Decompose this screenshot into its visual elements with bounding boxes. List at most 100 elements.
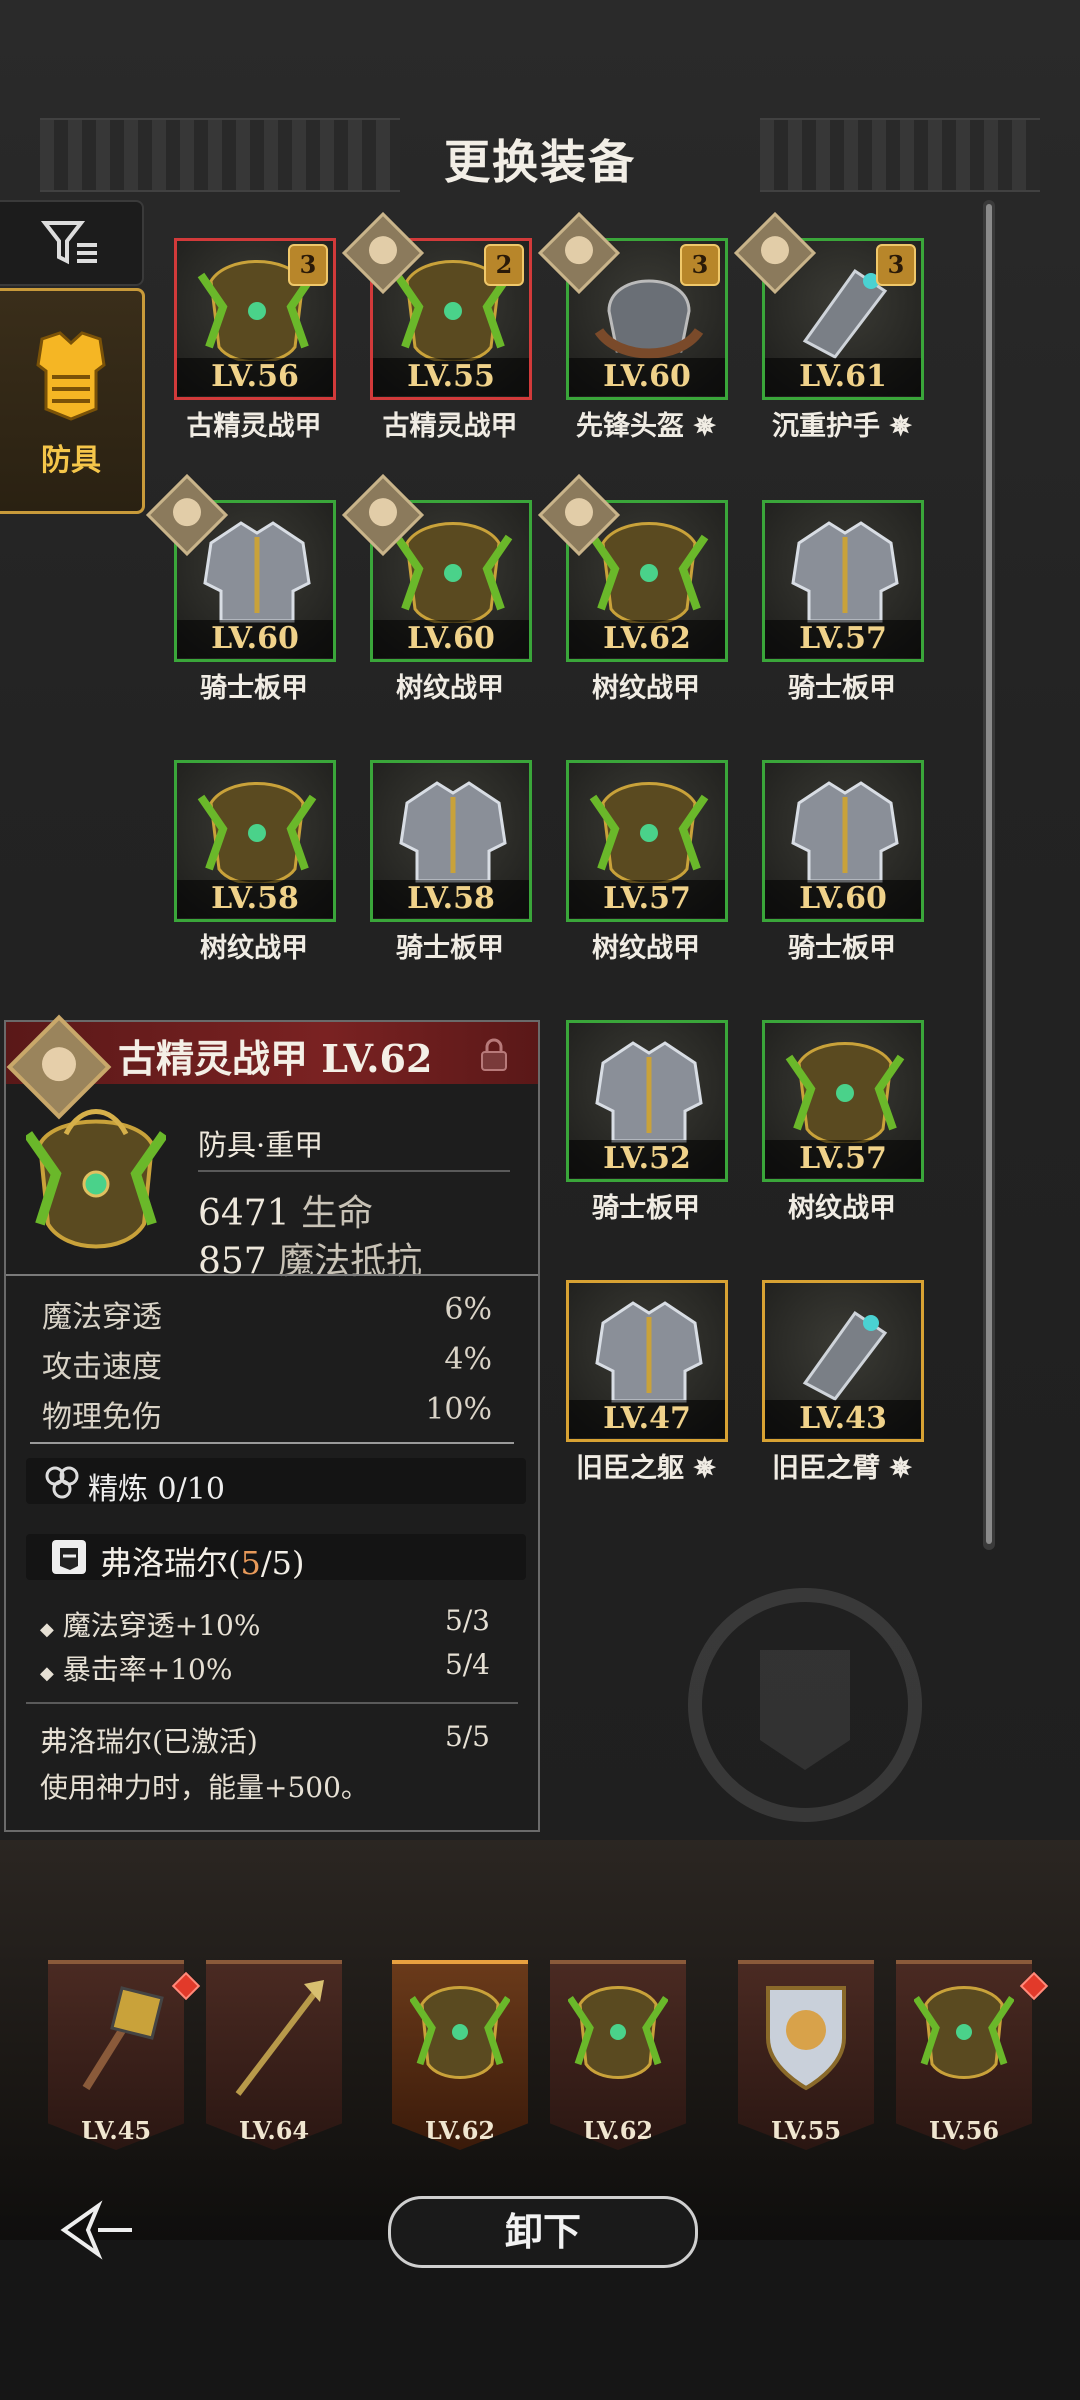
main-stat-hp: 6471 生命 <box>198 1184 373 1236</box>
divider <box>198 1170 510 1172</box>
item-count-badge: 2 <box>484 244 524 286</box>
refine-bar[interactable]: 精炼 0/10 <box>26 1458 526 1507</box>
equipment-item[interactable]: LV.43 旧臣之臂 ✵ <box>762 1280 924 1500</box>
back-arrow-icon[interactable] <box>58 2200 138 2260</box>
substat-value: 4% <box>444 1342 492 1377</box>
set-progress-current: 5 <box>240 1544 261 1582</box>
armor-icon <box>36 331 106 421</box>
set-active-value: 5/5 <box>444 1720 490 1753</box>
set-bonus-value: 5/3 <box>444 1604 490 1637</box>
item-art-icon <box>791 521 899 623</box>
set-bar[interactable]: 弗洛瑞尔(5/5) <box>26 1534 526 1582</box>
item-name: 旧臣之躯 ✵ <box>575 1453 717 1484</box>
set-bonus-text: 魔法穿透+10% <box>62 1609 261 1642</box>
set-active-row: 弗洛瑞尔(已激活) 5/5 <box>40 1720 490 1760</box>
equipment-item[interactable]: LV.60 骑士板甲 <box>145 473 336 720</box>
equipped-slot-card[interactable]: LV.62 <box>550 1960 686 2150</box>
substat-row: 攻击速度 4% <box>42 1342 492 1386</box>
divider <box>6 1274 538 1276</box>
item-art-icon <box>802 1310 888 1401</box>
item-name: 古精灵战甲 <box>186 411 322 442</box>
item-name: 树纹战甲 <box>592 673 700 704</box>
substat-value: 10% <box>425 1392 492 1427</box>
item-level: LV.62 <box>569 620 725 658</box>
equipment-item[interactable]: LV.47 旧臣之躯 ✵ <box>566 1280 728 1500</box>
equipped-slot-card[interactable]: LV.55 <box>738 1960 874 2150</box>
set-name: 弗洛瑞尔 <box>100 1544 229 1582</box>
item-count-badge: 3 <box>876 244 916 286</box>
elf-armor-icon <box>914 1986 1014 2079</box>
item-level: LV.57 <box>569 880 725 918</box>
set-bonus-value: 5/4 <box>444 1648 490 1681</box>
equipment-item[interactable]: LV.55 古精灵战甲 2 <box>341 211 532 458</box>
item-level: LV.60 <box>373 620 529 658</box>
substat-row: 物理免伤 10% <box>42 1392 492 1436</box>
set-bonus-text: 暴击率+10% <box>62 1653 233 1686</box>
unequip-button[interactable]: 卸下 <box>388 2196 698 2268</box>
filter-icon <box>41 221 97 265</box>
mace-icon <box>82 1986 164 2091</box>
item-level: LV.60 <box>569 358 725 396</box>
equipment-item[interactable]: LV.60 树纹战甲 <box>341 473 532 720</box>
item-name: 骑士板甲 <box>592 1193 700 1224</box>
page-title: 更换装备 <box>444 135 636 189</box>
tab-armor[interactable]: 防具 <box>0 288 145 514</box>
item-type: 防具·重甲 <box>198 1128 324 1162</box>
equipment-item[interactable]: LV.58 树纹战甲 <box>174 760 336 980</box>
item-count-badge: 3 <box>288 244 328 286</box>
ornate-divider <box>30 1442 514 1444</box>
item-name: 树纹战甲 <box>396 673 504 704</box>
equipment-item[interactable]: LV.60 先锋头盔 ✵ 3 <box>537 211 728 458</box>
substat-name: 物理免伤 <box>42 1400 162 1435</box>
equipment-item[interactable]: LV.57 树纹战甲 <box>566 760 728 980</box>
item-level: LV.57 <box>765 620 921 658</box>
equipped-slot-card[interactable]: LV.62 <box>392 1960 528 2150</box>
item-art-icon <box>595 1301 703 1403</box>
equipment-item[interactable]: LV.62 树纹战甲 <box>537 473 728 720</box>
equipment-item[interactable]: LV.61 沉重护手 ✵ 3 <box>733 211 924 458</box>
divider <box>26 1702 518 1704</box>
item-name: 先锋头盔 ✵ <box>575 411 717 442</box>
set-active-title: 弗洛瑞尔(已激活) <box>40 1725 258 1758</box>
filter-button[interactable] <box>0 200 144 286</box>
equipped-slot-card[interactable]: LV.64 <box>206 1960 342 2150</box>
main-stat-mres: 857 魔法抵抗 <box>198 1232 422 1284</box>
item-name: 树纹战甲 <box>592 933 700 964</box>
item-level: LV.43 <box>765 1400 921 1438</box>
set-title: 弗洛瑞尔(5/5) <box>100 1544 305 1582</box>
equipment-item[interactable]: LV.56 古精灵战甲 3 <box>174 238 336 458</box>
equipment-item[interactable]: LV.57 树纹战甲 <box>762 1020 924 1240</box>
elf-armor-icon <box>568 1986 668 2079</box>
substat-name: 攻击速度 <box>42 1350 162 1385</box>
item-level: LV.52 <box>569 1140 725 1178</box>
equipped-slot-card[interactable]: LV.45 <box>48 1960 184 2150</box>
set-bonus-row: ◆ 暴击率+10% 5/4 <box>40 1648 490 1686</box>
equipment-item[interactable]: LV.58 骑士板甲 <box>370 760 532 980</box>
knight-helmet-icon <box>52 1540 86 1574</box>
item-art-icon <box>785 1042 905 1143</box>
substat-value: 6% <box>444 1292 492 1327</box>
knight-emblem-watermark <box>688 1588 922 1822</box>
main-stat-hp-label: 生命 <box>301 1193 374 1234</box>
main-stat-hp-value: 6471 <box>198 1193 290 1234</box>
item-name: 骑士板甲 <box>788 673 896 704</box>
item-art-icon <box>393 522 513 623</box>
item-art-icon <box>791 781 899 883</box>
item-level: LV.60 <box>765 880 921 918</box>
equipped-slot-card[interactable]: LV.56 <box>896 1960 1032 2150</box>
item-name: 骑士板甲 <box>788 933 896 964</box>
item-art-icon <box>589 522 709 623</box>
equipment-item[interactable]: LV.60 骑士板甲 <box>762 760 924 980</box>
item-name: 古精灵战甲 <box>382 411 518 442</box>
item-name: 沉重护手 ✵ <box>771 411 913 442</box>
equipment-item[interactable]: LV.57 骑士板甲 <box>762 500 924 720</box>
item-art-icon <box>203 521 311 623</box>
scrollbar-thumb[interactable] <box>986 204 992 1544</box>
equipment-item[interactable]: LV.52 骑士板甲 <box>566 1020 728 1240</box>
substat-row: 魔法穿透 6% <box>42 1292 492 1336</box>
lock-icon[interactable] <box>476 1036 512 1072</box>
item-level: LV.60 <box>177 620 333 658</box>
elf-armor-icon <box>410 1986 510 2079</box>
item-level: LV.56 <box>177 358 333 396</box>
item-name: 树纹战甲 <box>200 933 308 964</box>
